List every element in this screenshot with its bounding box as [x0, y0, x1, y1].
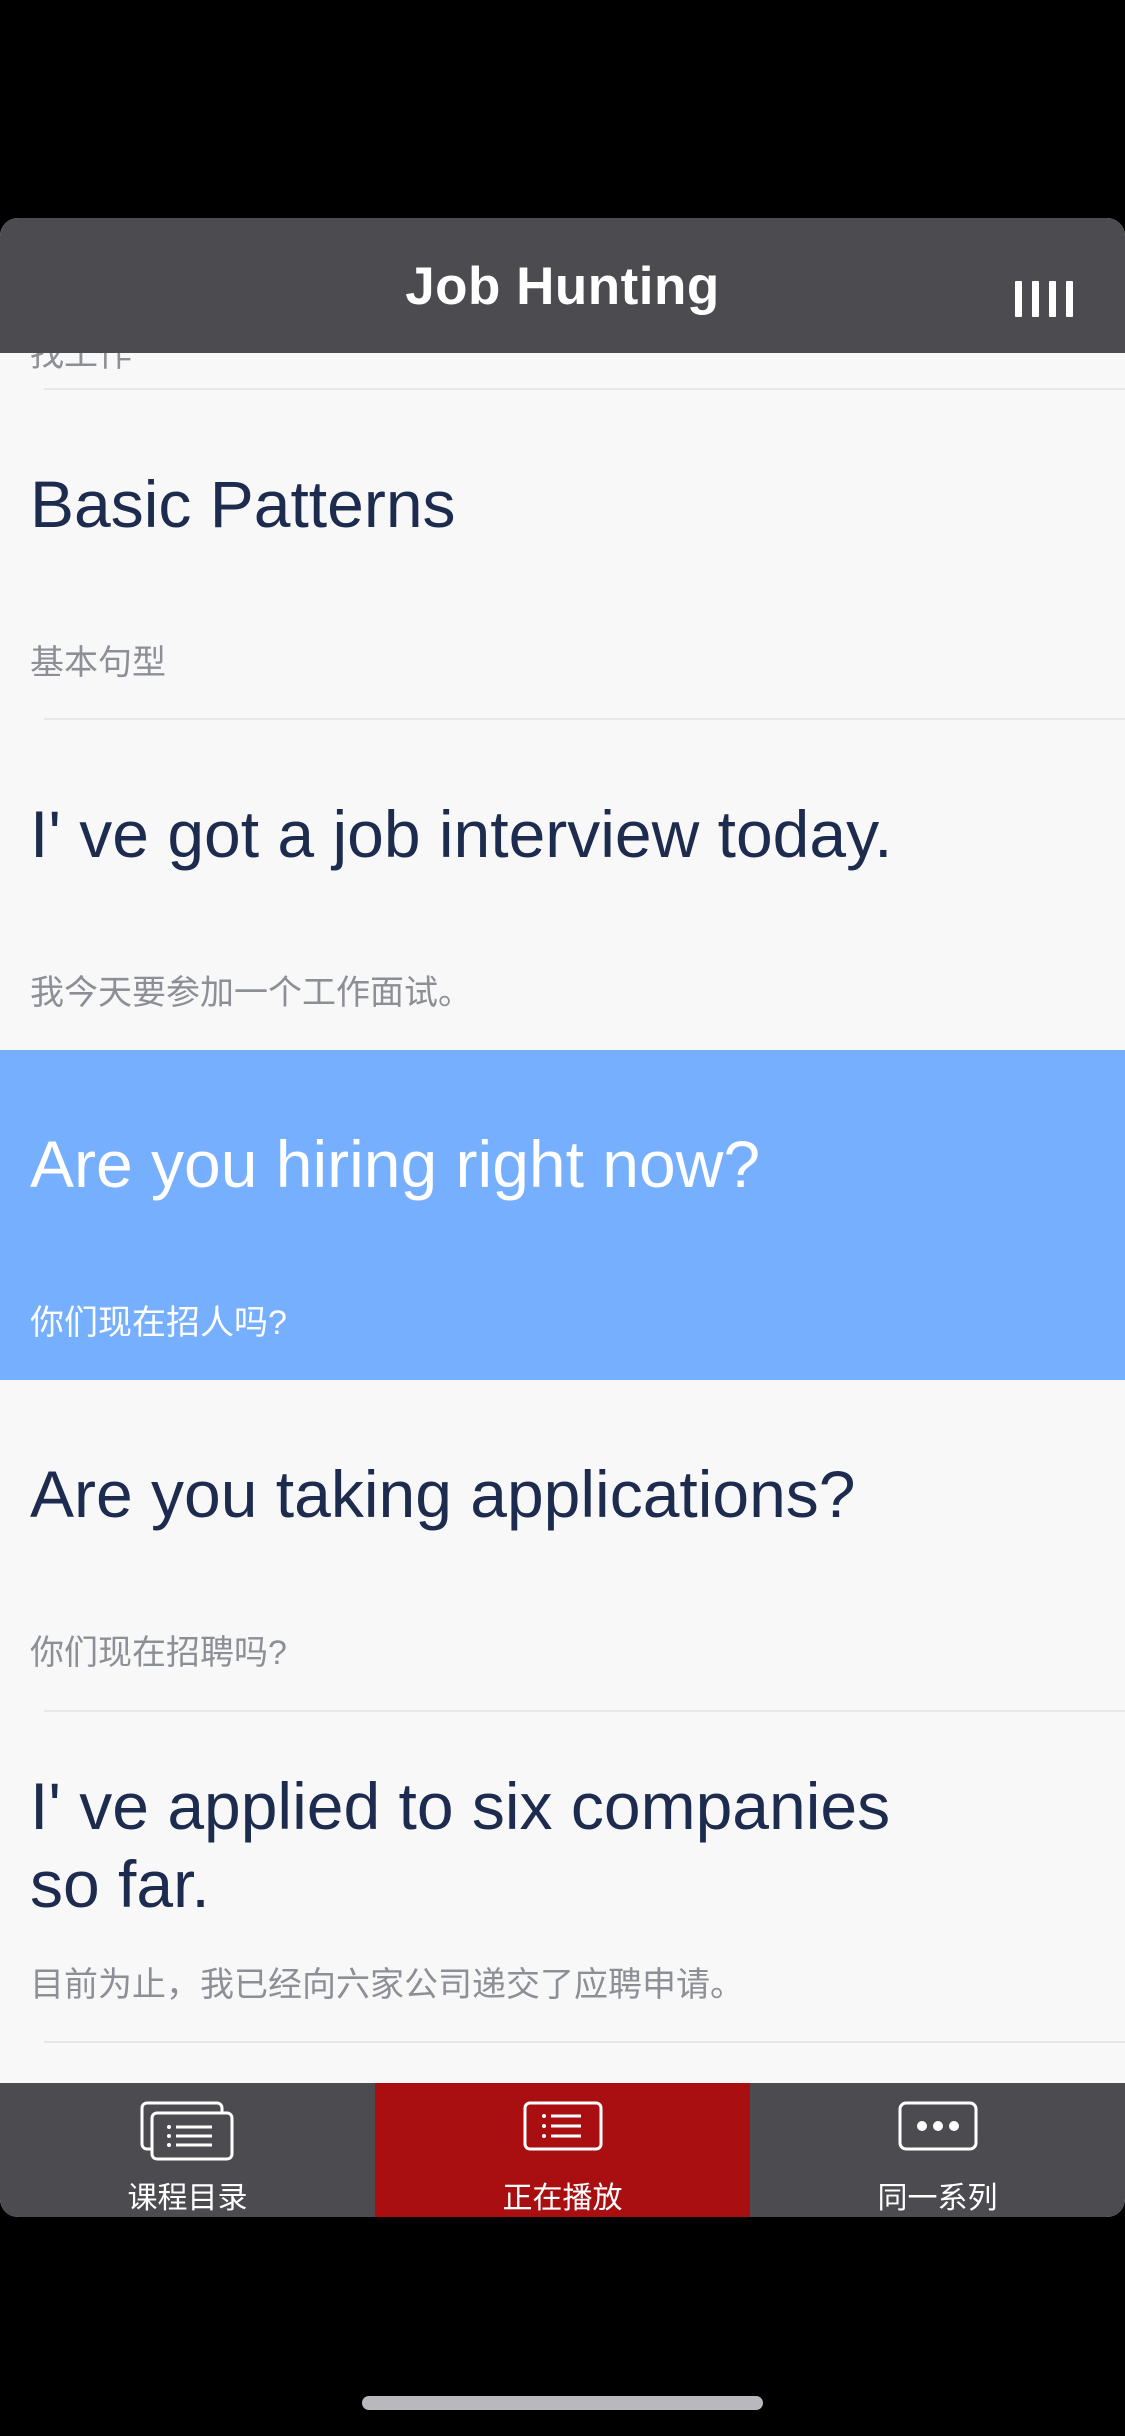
sentence-chinese: 基本句型	[30, 644, 166, 682]
screen: Job Hunting 找工作 Basic Patterns 基本句型 I' v…	[0, 0, 1125, 2436]
sentence-english: Are you taking applications?	[30, 1457, 856, 1531]
list-item[interactable]: I' ve applied to six companies so far. 目…	[0, 1712, 1125, 2042]
tab-now-playing[interactable]: 正在播放	[375, 2083, 750, 2217]
divider	[44, 2041, 1125, 2043]
bottom-tab-bar: 课程目录 正在播放 同一系列	[0, 2083, 1125, 2217]
list-item[interactable]: Are you taking applications? 你们现在招聘吗?	[0, 1380, 1125, 1710]
tab-label: 同一系列	[877, 2182, 998, 2215]
sentence-chinese: 你们现在招聘吗?	[30, 1634, 287, 1672]
bars-menu-button[interactable]	[1015, 281, 1073, 317]
sentence-list[interactable]: 找工作 Basic Patterns 基本句型 I' ve got a job …	[0, 353, 1125, 2083]
list-item-partial-subtitle: 找工作	[30, 353, 132, 374]
course-list-icon	[140, 2101, 233, 2161]
home-indicator[interactable]	[362, 2396, 763, 2410]
list-item[interactable]: Basic Patterns 基本句型	[0, 390, 1125, 720]
bar-icon	[1015, 281, 1022, 317]
list-item[interactable]: I' ve got a job interview today. 我今天要参加一…	[0, 720, 1125, 1050]
now-playing-list-icon	[523, 2101, 602, 2151]
header-bar: Job Hunting	[0, 218, 1125, 353]
sentence-english: I' ve got a job interview today.	[30, 797, 893, 871]
sentence-chinese: 目前为止，我已经向六家公司递交了应聘申请。	[30, 1966, 744, 2004]
sentence-english: Basic Patterns	[30, 467, 456, 541]
page-title: Job Hunting	[405, 257, 720, 316]
tab-label: 课程目录	[127, 2182, 248, 2215]
bar-icon	[1049, 281, 1056, 317]
player-sheet: Job Hunting 找工作 Basic Patterns 基本句型 I' v…	[0, 218, 1125, 2217]
sentence-english: I' ve applied to six companies so far.	[30, 1769, 891, 1921]
sentence-chinese: 我今天要参加一个工作面试。	[30, 974, 472, 1012]
tab-same-series[interactable]: 同一系列	[750, 2083, 1125, 2217]
list-item-active[interactable]: Are you hiring right now? 你们现在招人吗?	[0, 1050, 1125, 1380]
bar-icon	[1066, 281, 1073, 317]
sentence-chinese: 你们现在招人吗?	[30, 1304, 287, 1342]
tab-label: 正在播放	[502, 2182, 623, 2215]
more-dots-icon	[898, 2101, 977, 2151]
sentence-english: Are you hiring right now?	[30, 1127, 761, 1201]
bar-icon	[1032, 281, 1039, 317]
tab-course-list[interactable]: 课程目录	[0, 2083, 375, 2217]
